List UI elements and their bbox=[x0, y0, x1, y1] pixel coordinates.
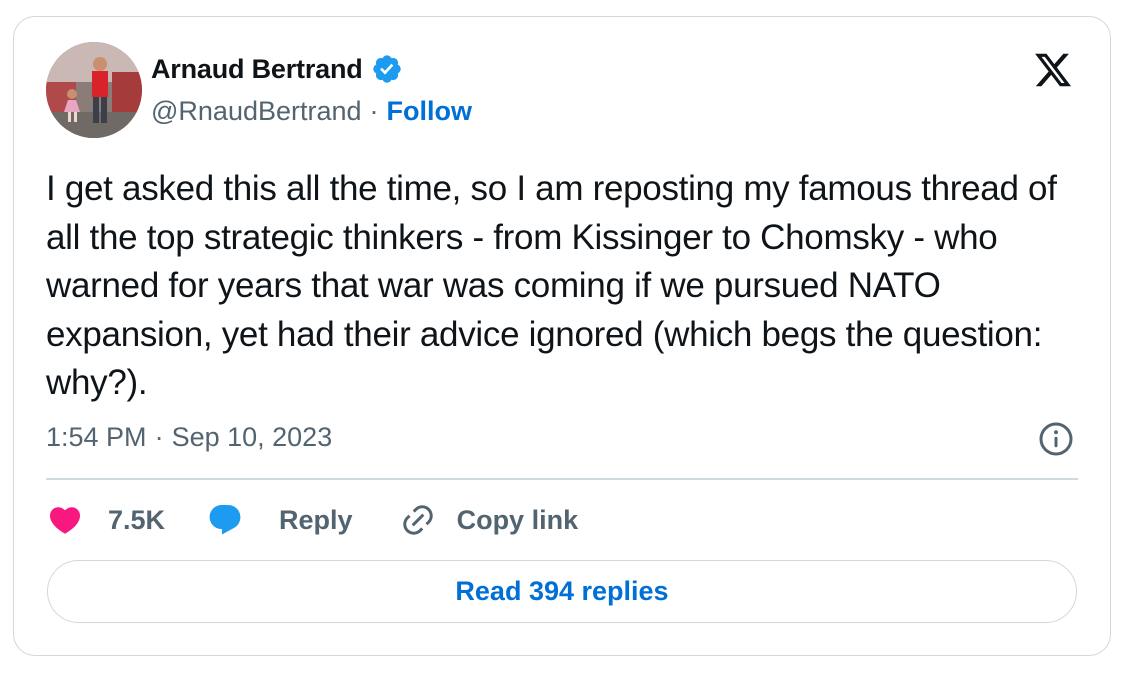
author-name[interactable]: Arnaud Bertrand bbox=[151, 54, 363, 85]
tweet-date[interactable]: Sep 10, 2023 bbox=[172, 422, 333, 453]
separator-dot: · bbox=[154, 422, 164, 452]
tweet-text: I get asked this all the time, so I am r… bbox=[46, 169, 1057, 402]
link-icon bbox=[399, 502, 437, 538]
reply-button[interactable]: Reply bbox=[205, 502, 353, 538]
separator-dot: · bbox=[369, 96, 379, 126]
tweet-time[interactable]: 1:54 PM bbox=[46, 422, 147, 453]
heart-icon bbox=[46, 502, 84, 538]
action-bar: 7.5K Reply Copy link bbox=[46, 500, 578, 540]
follow-link[interactable]: Follow bbox=[387, 96, 472, 127]
author-name-row: Arnaud Bertrand bbox=[151, 53, 403, 85]
tweet-timestamp[interactable]: 1:54 PM · Sep 10, 2023 bbox=[46, 422, 332, 453]
x-logo-icon[interactable] bbox=[1030, 50, 1076, 90]
verified-badge-icon bbox=[371, 53, 403, 85]
like-count: 7.5K bbox=[108, 504, 166, 535]
author-handle-row: @RnaudBertrand · Follow bbox=[151, 96, 472, 127]
read-replies-button[interactable]: Read 394 replies bbox=[47, 560, 1077, 623]
speech-bubble-icon bbox=[205, 502, 245, 538]
reply-label: Reply bbox=[279, 504, 353, 535]
copy-link-button[interactable]: Copy link bbox=[399, 502, 579, 538]
author-handle[interactable]: @RnaudBertrand bbox=[151, 96, 362, 127]
avatar[interactable] bbox=[46, 42, 142, 138]
like-button[interactable]: 7.5K bbox=[46, 502, 165, 538]
info-icon[interactable] bbox=[1038, 421, 1074, 457]
copy-link-label: Copy link bbox=[456, 504, 579, 535]
divider bbox=[46, 478, 1078, 480]
